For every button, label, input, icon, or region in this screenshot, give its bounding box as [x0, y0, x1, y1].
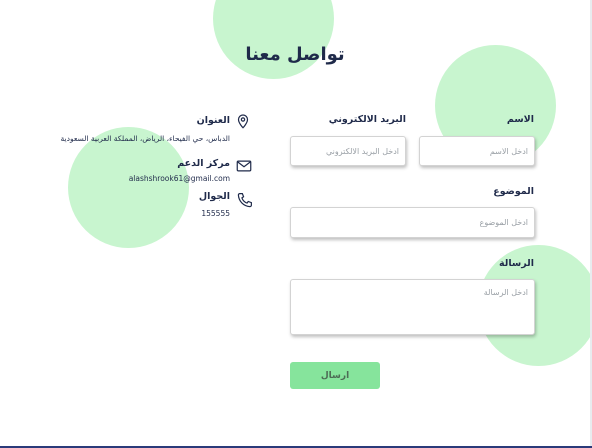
- message-label: الرسالة: [499, 258, 534, 269]
- email-input[interactable]: [290, 136, 406, 166]
- name-label: الاسم: [506, 114, 534, 125]
- mail-icon: [236, 160, 252, 172]
- location-pin-icon: [237, 114, 249, 129]
- subject-input[interactable]: [290, 207, 535, 238]
- support-email[interactable]: alashshrook61@gmail.com: [129, 174, 230, 183]
- submit-button[interactable]: ارسال: [290, 362, 380, 389]
- support-title: مركز الدعم: [177, 158, 230, 169]
- page-title: تواصل معنا: [245, 44, 345, 65]
- address-value: الدباس، حي الفيحاء، الرياض، المملكة العر…: [60, 134, 231, 143]
- phone-value[interactable]: 155555: [201, 209, 230, 218]
- message-textarea[interactable]: [290, 279, 535, 335]
- email-label: البريد الالكتروني: [328, 114, 406, 125]
- subject-label: الموضوع: [493, 186, 534, 197]
- decor-circle-top: [213, 0, 334, 79]
- name-input[interactable]: [419, 136, 535, 166]
- decor-circle-left: [68, 127, 189, 248]
- address-title: العنوان: [196, 115, 230, 126]
- phone-icon: [237, 193, 252, 208]
- phone-title: الجوال: [198, 191, 230, 202]
